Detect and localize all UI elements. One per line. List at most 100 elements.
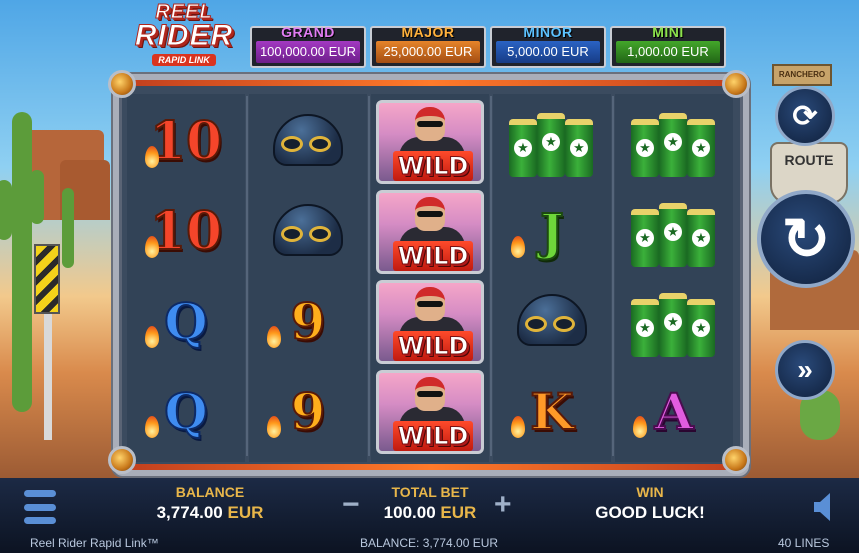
reel-divider [246,96,248,456]
rivet-icon [722,70,750,98]
helmet-icon [269,204,347,260]
warning-sign [34,244,60,314]
wild-label: WILD [393,151,473,181]
jackpot-name: MINI [652,24,684,40]
wild-rider-icon: WILD [376,280,484,364]
hamburger-menu-icon [24,517,56,524]
hamburger-menu-icon [24,503,56,511]
logo-subtitle: RAPID LINK [152,54,216,66]
cactus [30,170,44,224]
balance-value: 3,774.00 EUR [140,503,280,523]
symbol-label: 10 [149,111,223,172]
beer-cans-icon [629,107,719,177]
symbol-label: J [539,202,565,261]
jackpot-value: 25,000.00 EUR [376,41,480,63]
jackpot-value: 1,000.00 EUR [616,41,720,63]
symbol-label: 9 [290,292,327,351]
symbol-label: Q [163,292,209,351]
balance-label: BALANCE [175,484,245,500]
beer-cans-icon [507,107,597,177]
symbol-label: 10 [149,201,223,262]
jackpot-minor: MINOR 5,000.00 EUR [490,24,606,68]
symbol-card-a: A [615,366,733,458]
rivet-icon [108,70,136,98]
flame-icon [267,416,281,438]
rivet-icon [722,446,750,474]
reel-divider [612,96,614,456]
total-bet-amount: 100.00 [383,503,436,522]
cactus [62,188,74,268]
symbol-wild: WILD [371,96,489,188]
symbol-card-10: 10 [127,186,245,278]
flame-icon [511,416,525,438]
symbol-label: K [529,382,574,441]
symbol-card-q: Q [127,276,245,368]
symbol-card-q: Q [127,366,245,458]
symbol-helmet [249,96,367,188]
symbol-wild: WILD [371,366,489,458]
hamburger-menu-icon [24,490,56,497]
symbol-helmet [249,186,367,278]
lines-count: 40 LINES [778,536,830,550]
frame-rail [129,80,733,86]
flame-icon [145,146,159,168]
frame-rail [129,464,733,470]
cactus [12,112,32,412]
jackpot-name: GRAND [281,24,335,40]
wild-rider-icon: WILD [376,190,484,274]
symbol-label: Q [163,382,209,441]
helmet-icon [269,114,347,170]
speaker-icon[interactable] [812,490,834,524]
autoplay-button[interactable]: ⟳ [775,86,835,146]
symbol-wild: WILD [371,186,489,278]
flame-icon [633,416,647,438]
symbol-card-9: 9 [249,276,367,368]
jackpot-grand: GRAND 100,000.00 EUR [250,24,366,68]
symbol-label: 9 [290,382,327,441]
wild-label: WILD [393,421,473,451]
jackpot-value: 5,000.00 EUR [496,41,600,63]
wild-label: WILD [393,331,473,361]
autoplay-icon: ⟳ [792,99,818,133]
spin-button[interactable]: ↻ [757,190,855,288]
beer-cans-icon [629,197,719,267]
helmet-icon [513,294,591,350]
balance-amount: 3,774.00 [156,503,223,522]
reel-frame: 10 10 QQ 9 9 WILD WILD WILD WILD J K A [113,74,749,476]
symbol-card-j: J [493,186,611,278]
symbol-card-9: 9 [249,366,367,458]
symbol-beer-cans [615,186,733,278]
symbol-beer-cans [615,96,733,188]
decrease-bet-button[interactable]: − [342,490,360,520]
game-logo: REEL RIDER RAPID LINK [128,2,240,70]
total-bet-label: TOTAL BET [391,484,469,500]
win-value: GOOD LUCK! [595,503,705,522]
flame-icon [267,326,281,348]
fast-forward-icon: » [797,354,813,385]
menu-button[interactable] [24,490,56,524]
flame-icon [145,326,159,348]
wild-rider-icon: WILD [376,100,484,184]
jackpot-name: MAJOR [401,24,455,40]
symbol-label: A [654,382,695,441]
ranch-sign: RANCHERO [772,64,832,86]
jackpot-mini: MINI 1,000.00 EUR [610,24,726,68]
wild-label: WILD [393,241,473,271]
jackpot-value: 100,000.00 EUR [256,41,360,63]
flame-icon [145,236,159,258]
symbol-card-10: 10 [127,96,245,188]
reel-divider [368,96,370,456]
jackpot-name: MINOR [523,24,573,40]
turbo-button[interactable]: » [775,340,835,400]
increase-bet-button[interactable]: + [494,490,512,520]
wild-rider-icon: WILD [376,370,484,454]
sunglasses-icon [417,211,443,217]
symbol-card-k: K [493,366,611,458]
total-bet-value: 100.00 EUR [370,503,490,523]
symbol-wild: WILD [371,276,489,368]
sunglasses-icon [417,301,443,307]
cactus [0,180,12,240]
footer-balance: BALANCE: 3,774.00 EUR [360,536,499,550]
game-name: Reel Rider Rapid Link™ [30,536,159,550]
sunglasses-icon [417,121,443,127]
